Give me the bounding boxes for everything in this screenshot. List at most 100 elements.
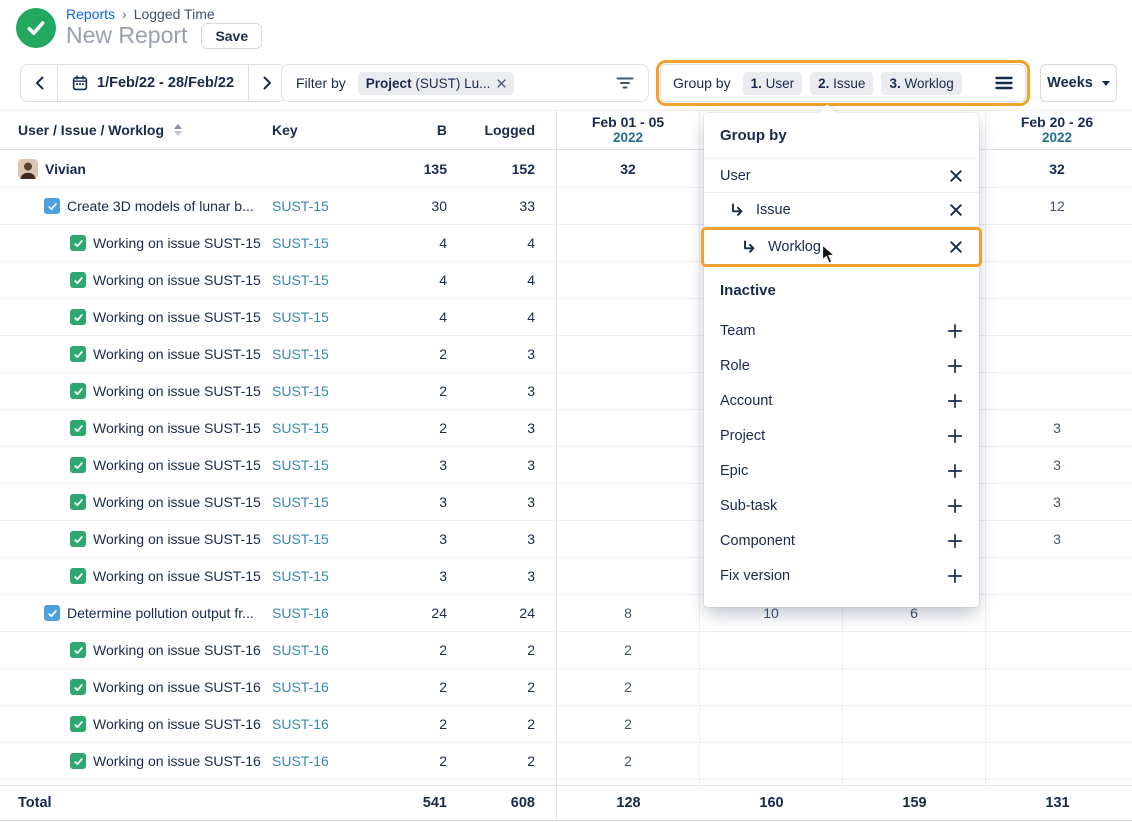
- week-value-cell[interactable]: 3: [985, 447, 1128, 483]
- group-by-inactive-role[interactable]: Role: [704, 348, 979, 383]
- week-value-cell[interactable]: [985, 595, 1128, 631]
- group-by-inactive-account[interactable]: Account: [704, 383, 979, 418]
- week-value-cell[interactable]: 32: [556, 151, 699, 187]
- next-period-button[interactable]: [249, 65, 285, 101]
- issue-key-link[interactable]: SUST-15: [272, 235, 329, 251]
- remove-group-icon[interactable]: [949, 240, 963, 254]
- group-chip-worklog[interactable]: 3. Worklog: [881, 72, 961, 95]
- week-value-cell[interactable]: [699, 743, 842, 779]
- group-by-menu-button[interactable]: [995, 76, 1013, 90]
- table-row[interactable]: Working on issue SUST-16SUST-16222: [0, 706, 1132, 743]
- week-value-cell[interactable]: [556, 558, 699, 594]
- week-value-cell[interactable]: 12: [985, 188, 1128, 224]
- week-value-cell[interactable]: [699, 669, 842, 705]
- save-button[interactable]: Save: [201, 23, 262, 49]
- week-value-cell[interactable]: [985, 558, 1128, 594]
- week-value-cell[interactable]: [985, 743, 1128, 779]
- column-header-b[interactable]: B: [374, 111, 447, 149]
- add-group-icon[interactable]: [947, 498, 963, 514]
- week-value-cell[interactable]: [985, 373, 1128, 409]
- week-value-cell[interactable]: 8: [556, 595, 699, 631]
- week-value-cell[interactable]: [556, 262, 699, 298]
- issue-key-link[interactable]: SUST-15: [272, 420, 329, 436]
- group-chip-issue[interactable]: 2. Issue: [810, 72, 873, 95]
- filter-chip-project[interactable]: Project (SUST) Lu...: [358, 72, 515, 95]
- week-value-cell[interactable]: [985, 299, 1128, 335]
- group-by-active-issue[interactable]: Issue: [704, 193, 979, 227]
- group-by-inactive-team[interactable]: Team: [704, 313, 979, 348]
- remove-group-icon[interactable]: [949, 169, 963, 183]
- filter-options-button[interactable]: [616, 76, 634, 90]
- group-by-active-user[interactable]: User: [704, 159, 979, 193]
- week-value-cell[interactable]: 2: [556, 632, 699, 668]
- period-granularity-select[interactable]: Weeks: [1040, 64, 1117, 102]
- group-by-inactive-sub-task[interactable]: Sub-task: [704, 488, 979, 523]
- column-header-key[interactable]: Key: [272, 111, 374, 149]
- table-row[interactable]: Working on issue SUST-16SUST-16222: [0, 669, 1132, 706]
- week-value-cell[interactable]: [556, 447, 699, 483]
- table-row[interactable]: Working on issue SUST-16SUST-16222: [0, 632, 1132, 669]
- issue-key-link[interactable]: SUST-15: [272, 568, 329, 584]
- week-value-cell[interactable]: [699, 706, 842, 742]
- week-value-cell[interactable]: [985, 262, 1128, 298]
- issue-key-link[interactable]: SUST-15: [272, 457, 329, 473]
- week-value-cell[interactable]: [556, 188, 699, 224]
- issue-key-link[interactable]: SUST-15: [272, 531, 329, 547]
- issue-key-link[interactable]: SUST-16: [272, 753, 329, 769]
- add-group-icon[interactable]: [947, 533, 963, 549]
- group-by-inactive-component[interactable]: Component: [704, 523, 979, 558]
- issue-key-link[interactable]: SUST-15: [272, 346, 329, 362]
- week-value-cell[interactable]: [842, 706, 985, 742]
- remove-group-icon[interactable]: [949, 203, 963, 217]
- week-value-cell[interactable]: 2: [556, 706, 699, 742]
- week-value-cell[interactable]: [985, 632, 1128, 668]
- issue-key-link[interactable]: SUST-15: [272, 383, 329, 399]
- sort-icon[interactable]: [174, 124, 182, 136]
- week-value-cell[interactable]: [842, 743, 985, 779]
- column-header-logged[interactable]: Logged: [447, 111, 535, 149]
- add-group-icon[interactable]: [947, 568, 963, 584]
- week-value-cell[interactable]: 3: [985, 521, 1128, 557]
- week-value-cell[interactable]: [556, 410, 699, 446]
- group-by-active-worklog[interactable]: Worklog: [704, 230, 979, 264]
- previous-period-button[interactable]: [21, 65, 57, 101]
- week-value-cell[interactable]: [556, 225, 699, 261]
- group-chip-user[interactable]: 1. User: [743, 72, 803, 95]
- week-value-cell[interactable]: 3: [985, 410, 1128, 446]
- week-value-cell[interactable]: [985, 669, 1128, 705]
- issue-key-link[interactable]: SUST-15: [272, 309, 329, 325]
- week-value-cell[interactable]: [556, 299, 699, 335]
- week-value-cell[interactable]: [985, 225, 1128, 261]
- week-value-cell[interactable]: [556, 521, 699, 557]
- add-group-icon[interactable]: [947, 323, 963, 339]
- week-value-cell[interactable]: [985, 336, 1128, 372]
- group-by-inactive-epic[interactable]: Epic: [704, 453, 979, 488]
- week-value-cell[interactable]: [985, 706, 1128, 742]
- add-group-icon[interactable]: [947, 428, 963, 444]
- add-group-icon[interactable]: [947, 393, 963, 409]
- issue-key-link[interactable]: SUST-15: [272, 494, 329, 510]
- week-value-cell[interactable]: 2: [556, 669, 699, 705]
- issue-key-link[interactable]: SUST-15: [272, 198, 329, 214]
- table-row[interactable]: Working on issue SUST-16SUST-16222: [0, 743, 1132, 780]
- add-group-icon[interactable]: [947, 358, 963, 374]
- group-by-inactive-project[interactable]: Project: [704, 418, 979, 453]
- week-value-cell[interactable]: [556, 373, 699, 409]
- column-header-name[interactable]: User / Issue / Worklog: [18, 122, 164, 138]
- week-value-cell[interactable]: [842, 632, 985, 668]
- week-value-cell[interactable]: [556, 336, 699, 372]
- breadcrumb-reports-link[interactable]: Reports: [66, 6, 115, 22]
- week-value-cell[interactable]: 3: [985, 484, 1128, 520]
- week-value-cell[interactable]: [842, 669, 985, 705]
- issue-key-link[interactable]: SUST-16: [272, 605, 329, 621]
- week-value-cell[interactable]: [556, 484, 699, 520]
- week-value-cell[interactable]: 32: [985, 151, 1128, 187]
- date-range-button[interactable]: 1/Feb/22 - 28/Feb/22: [57, 65, 249, 101]
- issue-key-link[interactable]: SUST-16: [272, 716, 329, 732]
- issue-key-link[interactable]: SUST-16: [272, 679, 329, 695]
- issue-key-link[interactable]: SUST-15: [272, 272, 329, 288]
- issue-key-link[interactable]: SUST-16: [272, 642, 329, 658]
- group-by-inactive-fix-version[interactable]: Fix version: [704, 558, 979, 593]
- remove-filter-icon[interactable]: [497, 79, 506, 88]
- add-group-icon[interactable]: [947, 463, 963, 479]
